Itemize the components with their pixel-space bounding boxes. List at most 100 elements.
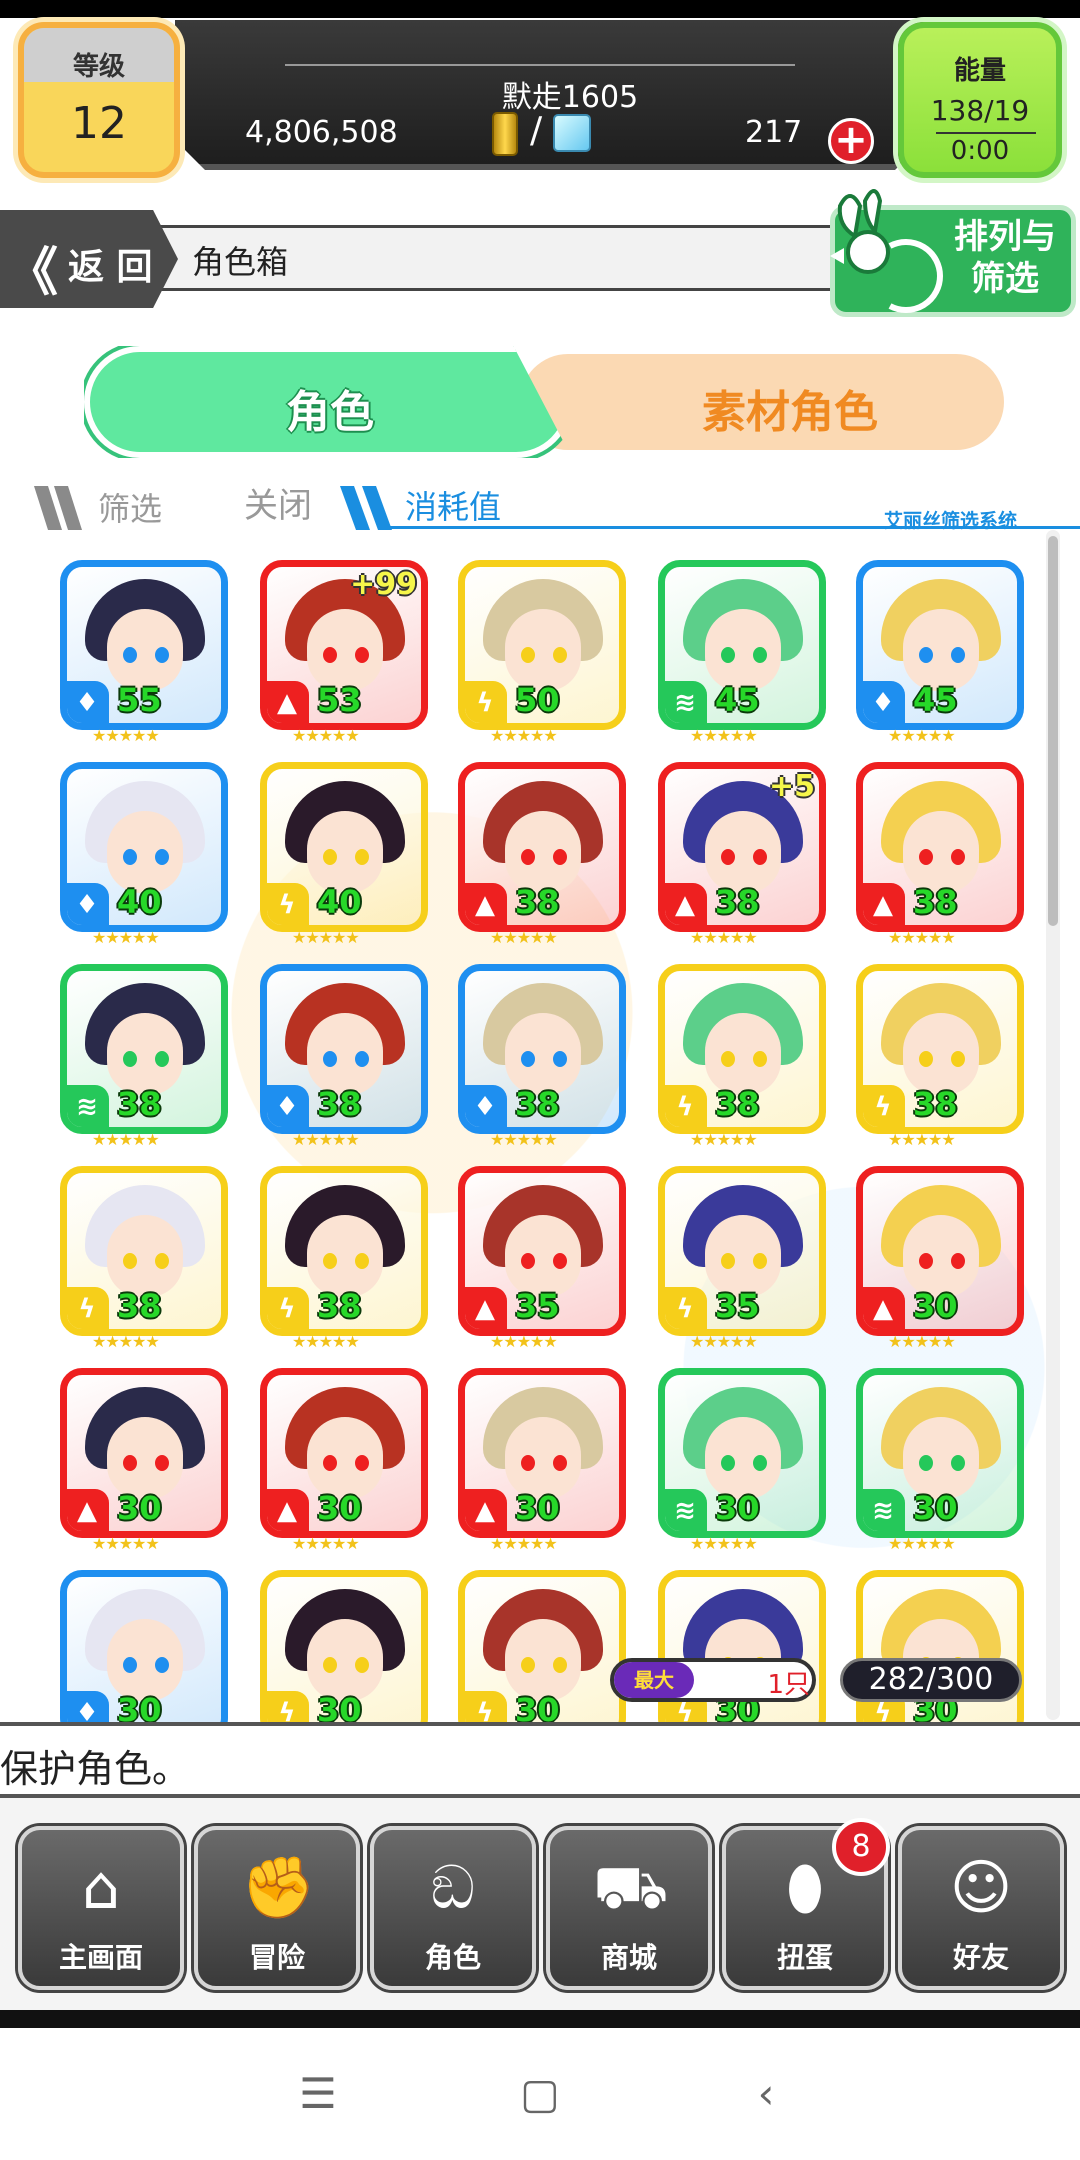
- character-level: 30: [317, 1489, 362, 1527]
- portrait-face: [307, 1215, 383, 1297]
- filter-toggle[interactable]: 筛选: [98, 484, 162, 530]
- portrait-eye: [123, 849, 137, 865]
- character-card[interactable]: ▲ 53 +99: [260, 560, 428, 730]
- system-menu-button[interactable]: ☰: [288, 2066, 348, 2122]
- portrait-face: [705, 1215, 781, 1297]
- rarity-stars: ★★★★★: [490, 1332, 558, 1351]
- character-card[interactable]: ♦ 38: [260, 964, 428, 1134]
- portrait-eye: [753, 647, 767, 663]
- character-card[interactable]: ϟ 30: [260, 1570, 428, 1722]
- nav-shop-label: 商城: [600, 1941, 657, 1974]
- page-title: 角色箱: [192, 243, 289, 281]
- character-card[interactable]: ϟ 50: [458, 560, 626, 730]
- wind-element-icon: ≋: [67, 1085, 109, 1127]
- character-card[interactable]: ϟ 38: [658, 964, 826, 1134]
- character-card[interactable]: ϟ 38: [260, 1166, 428, 1336]
- fire-element-icon: ▲: [863, 1287, 905, 1329]
- back-chevron-icon: 《: [6, 243, 59, 303]
- thunder-element-icon: ϟ: [665, 1287, 707, 1329]
- scrollbar-thumb[interactable]: [1048, 536, 1058, 926]
- character-level: 38: [117, 1085, 162, 1123]
- portrait-eye: [919, 1455, 933, 1471]
- character-card[interactable]: ▲ 35: [458, 1166, 626, 1336]
- portrait-eye: [721, 1253, 735, 1269]
- character-level: 38: [317, 1287, 362, 1325]
- character-card[interactable]: ≋ 38: [60, 964, 228, 1134]
- level-label: 等级: [72, 52, 125, 82]
- character-card[interactable]: ≋ 45: [658, 560, 826, 730]
- character-level: 38: [913, 883, 958, 921]
- status-bar: [0, 0, 1080, 18]
- character-card[interactable]: ♦ 45: [856, 560, 1024, 730]
- character-level: 30: [117, 1691, 162, 1722]
- character-level: 50: [515, 681, 560, 719]
- portrait-eye: [553, 1051, 567, 1067]
- character-card[interactable]: ϟ 40: [260, 762, 428, 932]
- character-card[interactable]: ▲ 30: [856, 1166, 1024, 1336]
- character-card[interactable]: ▲ 30: [260, 1368, 428, 1538]
- coin-count: 4,806,508: [245, 115, 398, 150]
- character-card[interactable]: ▲ 30: [458, 1368, 626, 1538]
- energy-timer: 0:00: [950, 136, 1010, 166]
- character-card[interactable]: ϟ 38: [60, 1166, 228, 1336]
- character-card[interactable]: ♦ 55: [60, 560, 228, 730]
- character-card[interactable]: ϟ 30: [458, 1570, 626, 1722]
- water-element-icon: ♦: [67, 883, 109, 925]
- nav-home-label: 主画面: [58, 1941, 143, 1974]
- character-card[interactable]: ▲ 38: [856, 762, 1024, 932]
- portrait-eye: [355, 1455, 369, 1471]
- nav-adventure-button[interactable]: ✊ 冒险: [194, 1826, 360, 1990]
- character-level: 38: [515, 1085, 560, 1123]
- nav-characters-button[interactable]: ඞ 角色: [370, 1826, 536, 1990]
- portrait-eye: [919, 849, 933, 865]
- character-card[interactable]: ▲ 38: [458, 762, 626, 932]
- portrait-face: [903, 1013, 979, 1095]
- character-card[interactable]: ▲ 30: [60, 1368, 228, 1538]
- character-card[interactable]: ♦ 40: [60, 762, 228, 932]
- character-card[interactable]: ♦ 30: [60, 1570, 228, 1722]
- character-level: 30: [515, 1691, 560, 1722]
- rarity-stars: ★★★★★: [490, 1534, 558, 1553]
- portrait-eye: [521, 647, 535, 663]
- character-level: 30: [913, 1489, 958, 1527]
- character-card[interactable]: ϟ 35: [658, 1166, 826, 1336]
- character-card[interactable]: ϟ 38: [856, 964, 1024, 1134]
- system-back-button[interactable]: ‹: [736, 2066, 796, 2122]
- filter-close-button[interactable]: 关闭: [244, 478, 312, 527]
- portrait-face: [505, 811, 581, 893]
- filter-stripes-icon: [34, 486, 82, 530]
- rarity-stars: ★★★★★: [92, 1332, 160, 1351]
- system-home-button[interactable]: ▢: [510, 2066, 570, 2122]
- character-level: 35: [515, 1287, 560, 1325]
- fire-element-icon: ▲: [465, 1489, 507, 1531]
- portrait-eye: [323, 849, 337, 865]
- nav-home-button[interactable]: ⌂ 主画面: [18, 1826, 184, 1990]
- fire-element-icon: ▲: [665, 883, 707, 925]
- portrait-face: [903, 811, 979, 893]
- character-card[interactable]: ≋ 30: [856, 1368, 1024, 1538]
- rarity-stars: ★★★★★: [92, 928, 160, 947]
- portrait-eye: [721, 1455, 735, 1471]
- energy-panel[interactable]: 能量 138/19 0:00: [898, 22, 1062, 178]
- back-label: 返 回: [68, 247, 153, 288]
- portrait-face: [505, 1215, 581, 1297]
- character-card[interactable]: ♦ 38: [458, 964, 626, 1134]
- sort-by-cost-label[interactable]: 消耗值: [405, 482, 501, 528]
- portrait-eye: [753, 1455, 767, 1471]
- portrait-eye: [155, 1657, 169, 1673]
- nav-shop-button[interactable]: ⛟ 商城: [546, 1826, 712, 1990]
- character-level: 45: [715, 681, 760, 719]
- character-card[interactable]: ▲ 38 +5: [658, 762, 826, 932]
- portrait-eye: [721, 849, 735, 865]
- character-card[interactable]: ≋ 30: [658, 1368, 826, 1538]
- rarity-stars: ★★★★★: [92, 1130, 160, 1149]
- coin-icon: [492, 112, 518, 156]
- nav-friends-button[interactable]: ☺ 好友: [898, 1826, 1064, 1990]
- rarity-stars: ★★★★★: [888, 1534, 956, 1553]
- portrait-eye: [951, 1253, 965, 1269]
- portrait-eye: [753, 849, 767, 865]
- character-grid: ♦ 55 ★★★★★ ▲ 53 +99 ★★★★★ ϟ 50 ★★★★★ ≋ 45 ★★★★★ ♦ 45 ★★…: [0, 540, 1080, 1722]
- add-currency-button[interactable]: +: [828, 118, 874, 164]
- portrait-face: [307, 1417, 383, 1499]
- portrait-eye: [951, 647, 965, 663]
